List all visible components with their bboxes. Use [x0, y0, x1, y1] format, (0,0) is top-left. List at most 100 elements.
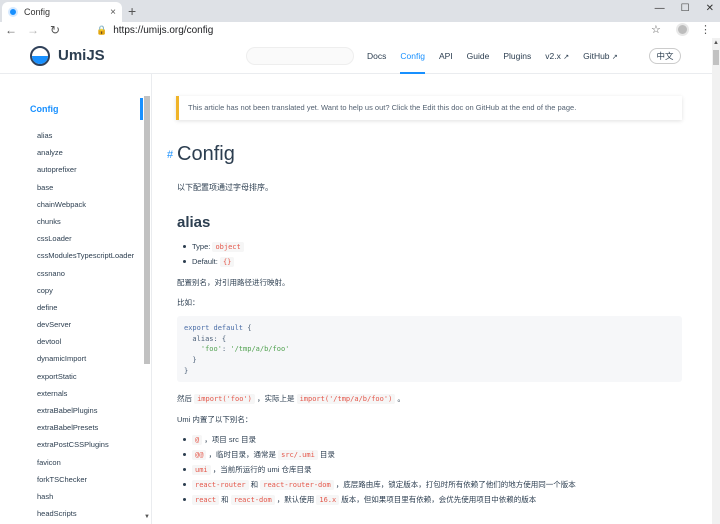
favicon-icon: [8, 7, 18, 17]
list-item: @ ，项目 src 目录: [180, 432, 576, 447]
close-window-icon[interactable]: ✕: [706, 3, 714, 14]
inline-code: react-router-dom: [260, 480, 334, 490]
list-item: react 和 react-dom ，默认使用 16.x 版本，但如果项目里有依…: [180, 492, 576, 507]
heading-anchor[interactable]: #: [167, 149, 173, 161]
url-text[interactable]: https://umijs.org/config: [113, 25, 213, 36]
forward-arrow-icon[interactable]: →: [22, 22, 44, 38]
text: ，实际上是: [254, 394, 297, 403]
code-keyword: export default: [184, 324, 244, 332]
list-item: Default: {}: [180, 254, 244, 269]
scroll-up-arrow-icon[interactable]: ▲: [713, 40, 719, 46]
sidebar-item-copy[interactable]: copy: [37, 282, 134, 299]
example-label: 比如：: [177, 298, 200, 307]
text: 和: [248, 480, 261, 489]
close-tab-icon[interactable]: ×: [110, 7, 116, 18]
sidebar-item-extrababelpresets[interactable]: extraBabelPresets: [37, 419, 134, 436]
new-tab-button[interactable]: +: [128, 3, 136, 19]
umijs-logo-icon[interactable]: [30, 46, 50, 66]
inline-code: import('foo'): [194, 394, 255, 404]
nav-github[interactable]: GitHub ↗: [583, 38, 618, 74]
page-title: Config: [177, 143, 235, 165]
code-line: }: [184, 356, 197, 365]
code-string: '/tmp/a/b/foo': [230, 345, 290, 354]
builtin-aliases-title: Umi 内置了以下别名：: [177, 415, 253, 424]
nav-config[interactable]: Config: [400, 38, 425, 74]
text: 版本，但如果项目里有依赖，会优先使用项目中依赖的版本: [339, 495, 537, 504]
default-value: {}: [219, 257, 235, 267]
section-title-alias: alias: [177, 214, 211, 231]
sidebar-item-forktschecker[interactable]: forkTSChecker: [37, 471, 134, 488]
lock-icon: 🔒: [96, 24, 108, 35]
nav-github-label: GitHub: [583, 51, 610, 61]
reload-icon[interactable]: ↻: [44, 22, 66, 38]
sidebar-item-devserver[interactable]: devServer: [37, 316, 134, 333]
back-arrow-icon[interactable]: ←: [0, 22, 22, 38]
text: ，底层路由库，锁定版本，打包时所有依赖了他们的地方使用同一个版本: [333, 480, 576, 489]
browser-toolbar: ← → ↻ 🔒 https://umijs.org/config ☆ ⋮: [0, 22, 720, 38]
browser-menu-icon[interactable]: ⋮: [700, 22, 711, 38]
nav-api[interactable]: API: [439, 38, 453, 74]
sidebar-item-headscripts[interactable]: headScripts: [37, 505, 134, 522]
sidebar-item-cssmodulestypescriptloader[interactable]: cssModulesTypescriptLoader: [37, 247, 134, 264]
sidebar-active-indicator: [140, 98, 143, 120]
browser-tabstrip: Config × + — ☐ ✕: [0, 0, 720, 22]
inline-code: @: [192, 435, 203, 445]
nav-docs[interactable]: Docs: [367, 38, 386, 74]
bookmark-star-icon[interactable]: ☆: [651, 22, 661, 38]
sidebar-item-autoprefixer[interactable]: autoprefixer: [37, 161, 134, 178]
sidebar-item-exportstatic[interactable]: exportStatic: [37, 368, 134, 385]
brand-name[interactable]: UmiJS: [58, 47, 105, 64]
inline-code: import('/tmp/a/b/foo'): [296, 394, 396, 404]
sidebar-item-externals[interactable]: externals: [37, 385, 134, 402]
inline-code: react-router: [192, 480, 249, 490]
scroll-down-arrow-icon[interactable]: ▼: [144, 514, 150, 520]
address-bar[interactable]: 🔒 https://umijs.org/config: [96, 22, 668, 38]
code-block: export default { alias: { 'foo': '/tmp/a…: [177, 316, 682, 382]
search-input[interactable]: [246, 47, 354, 65]
sidebar-item-dynamicimport[interactable]: dynamicImport: [37, 350, 134, 367]
browser-tab[interactable]: Config ×: [2, 2, 122, 22]
nav-v2x[interactable]: v2.x ↗: [545, 38, 569, 74]
list-item: react-router 和 react-router-dom ，底层路由库，锁…: [180, 477, 576, 492]
maximize-icon[interactable]: ☐: [681, 3, 690, 14]
intro-text: 以下配置项通过字母排序。: [177, 183, 273, 192]
type-value: object: [212, 242, 244, 252]
sidebar-list: alias analyze autoprefixer base chainWebpack…: [37, 127, 134, 522]
sidebar-item-chainwebpack[interactable]: chainWebpack: [37, 196, 134, 213]
sidebar-scrollbar[interactable]: [144, 96, 150, 364]
translation-notice: This article has not been translated yet…: [176, 96, 682, 120]
sidebar-title[interactable]: Config: [30, 104, 59, 114]
sidebar-item-favicon[interactable]: favicon: [37, 454, 134, 471]
page-scrollbar-thumb[interactable]: [713, 50, 719, 65]
text: 和: [219, 495, 231, 504]
text: 然后: [177, 394, 195, 403]
profile-avatar-icon[interactable]: [676, 23, 689, 36]
sidebar-item-extrapostcssplugins[interactable]: extraPostCSSPlugins: [37, 436, 134, 453]
text: 目录: [317, 450, 335, 459]
external-link-icon: ↗: [611, 54, 618, 61]
builtin-aliases-list: @ ，项目 src 目录 @@ ，临时目录，通常是 src/.umi 目录 um…: [180, 432, 576, 507]
inline-code: react: [192, 495, 220, 505]
top-nav: Docs Config API Guide Plugins v2.x ↗ Git…: [360, 38, 625, 74]
sidebar-item-cssloader[interactable]: cssLoader: [37, 230, 134, 247]
sidebar-item-hash[interactable]: hash: [37, 488, 134, 505]
inline-code: 16.x: [316, 495, 340, 505]
minimize-icon[interactable]: —: [655, 3, 665, 14]
sidebar-item-analyze[interactable]: analyze: [37, 144, 134, 161]
list-item: umi ，当前所运行的 umi 仓库目录: [180, 462, 576, 477]
sidebar-item-base[interactable]: base: [37, 179, 134, 196]
text: ，默认使用: [274, 495, 317, 504]
sidebar-item-extrababelplugins[interactable]: extraBabelPlugins: [37, 402, 134, 419]
window-controls: — ☐ ✕: [655, 3, 714, 14]
sidebar-item-chunks[interactable]: chunks: [37, 213, 134, 230]
text: ，临时目录，通常是: [206, 450, 279, 459]
sidebar-item-cssnano[interactable]: cssnano: [37, 265, 134, 282]
nav-guide[interactable]: Guide: [467, 38, 490, 74]
sidebar-item-define[interactable]: define: [37, 299, 134, 316]
page-scrollbar[interactable]: [712, 38, 720, 524]
sidebar-item-alias[interactable]: alias: [37, 127, 134, 144]
external-link-icon: ↗: [563, 54, 570, 61]
nav-plugins[interactable]: Plugins: [503, 38, 531, 74]
language-toggle-button[interactable]: 中文: [649, 48, 681, 64]
sidebar-item-devtool[interactable]: devtool: [37, 333, 134, 350]
